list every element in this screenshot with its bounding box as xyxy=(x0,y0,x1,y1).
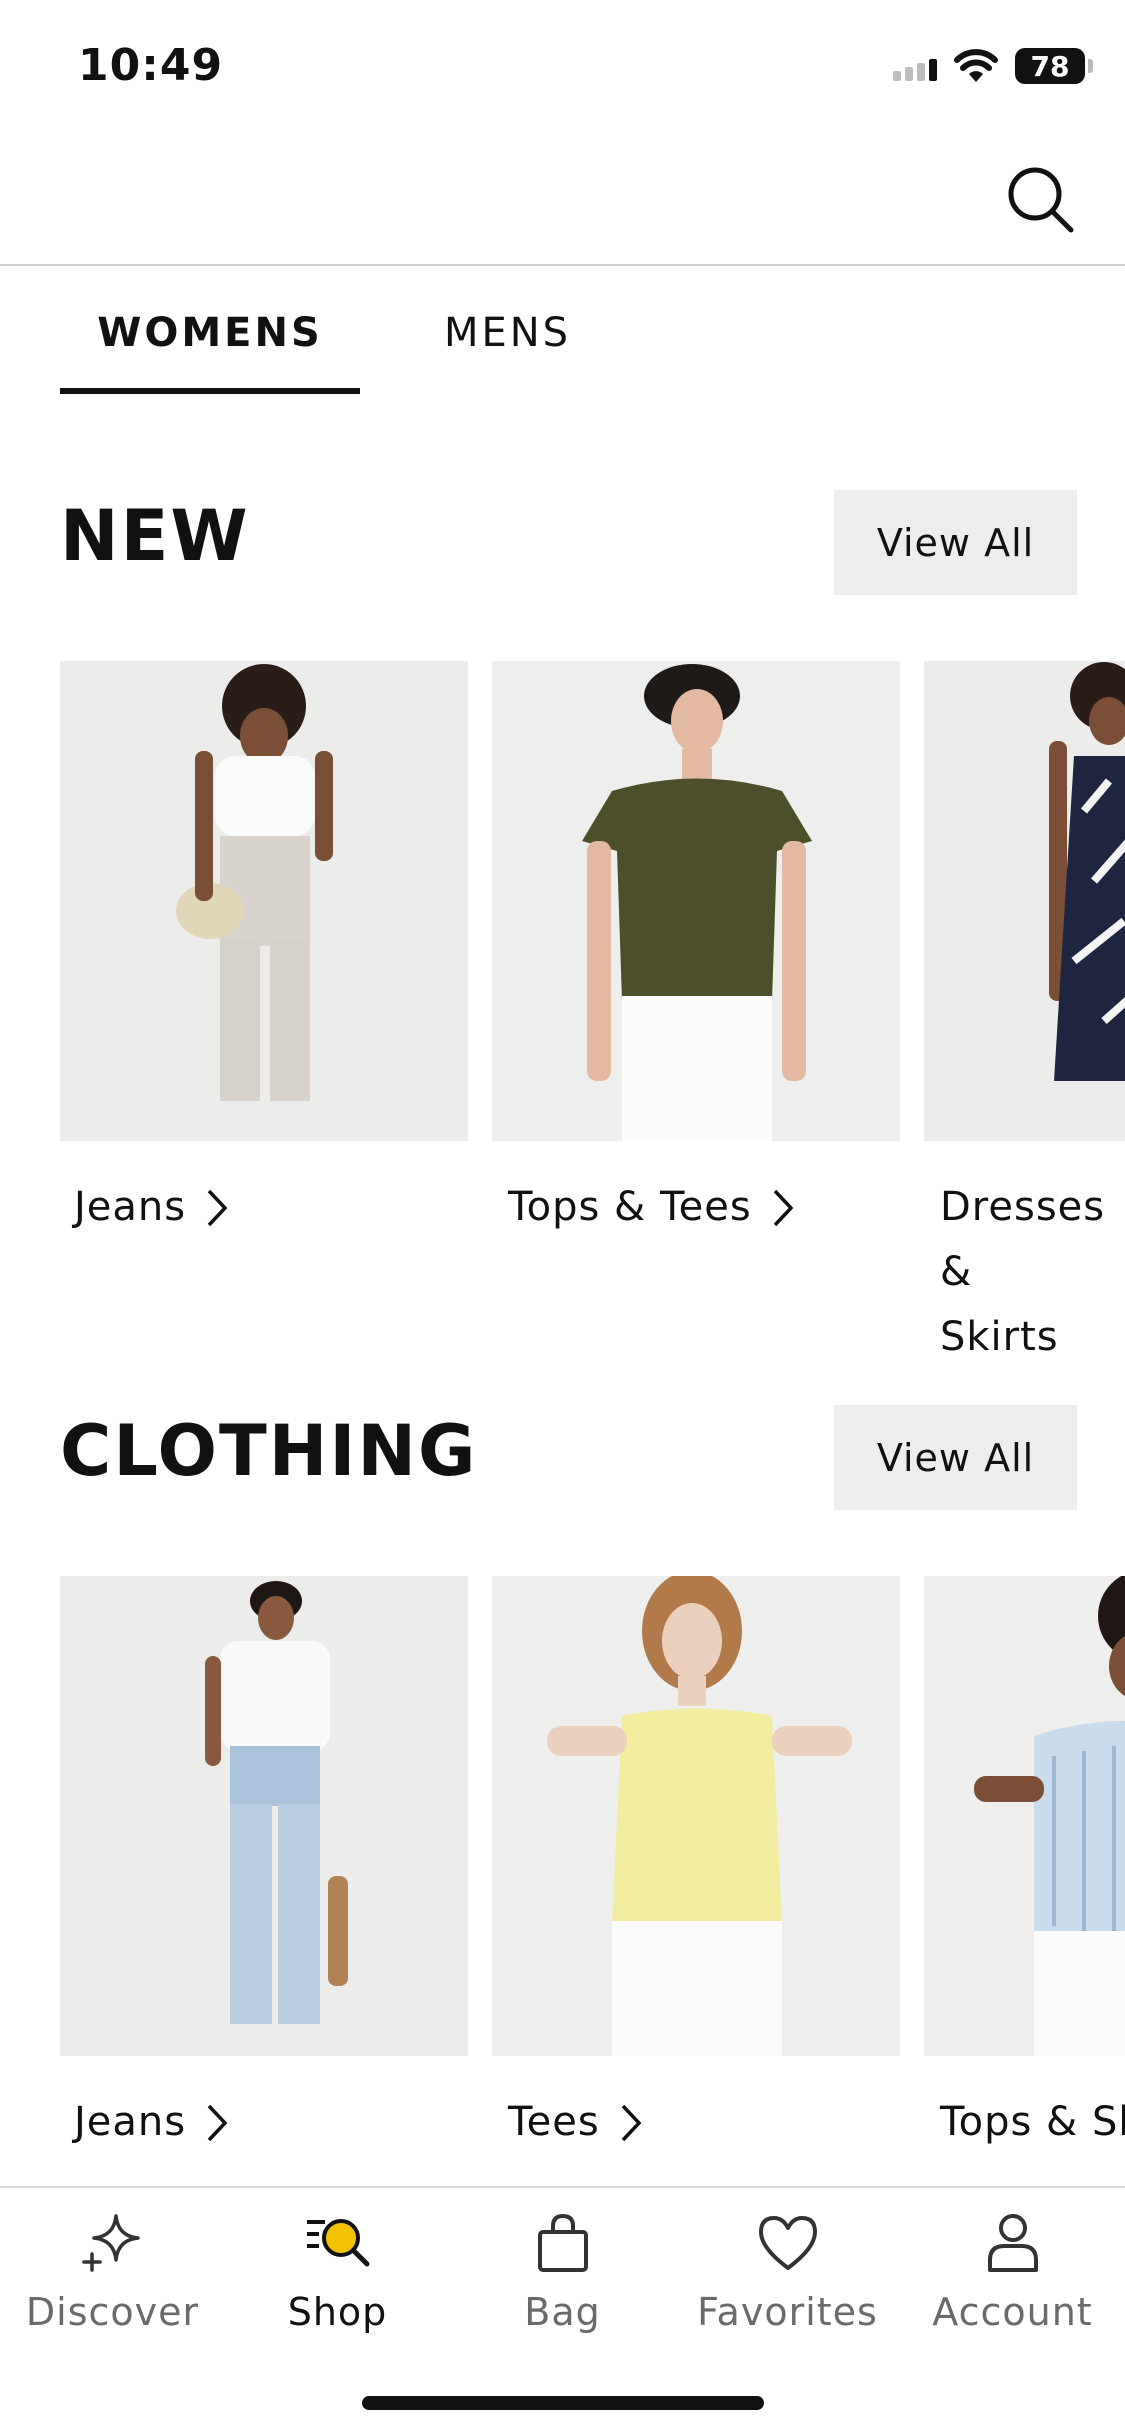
product-image-tees[interactable] xyxy=(492,1576,900,2056)
sparkle-icon xyxy=(81,2214,140,2272)
shop-search-icon xyxy=(306,2219,369,2267)
product-image-tops-tees[interactable] xyxy=(492,661,900,1141)
view-all-clothing-button[interactable]: View All xyxy=(834,1405,1077,1510)
shop-screen: 10:49 78 WOMENS MENS NEW View All Jeans … xyxy=(0,0,1125,2436)
tab-mens[interactable]: MENS xyxy=(420,310,595,356)
nav-label: Shop xyxy=(287,2290,388,2334)
nav-shop[interactable]: Shop xyxy=(225,2208,450,2334)
heart-icon xyxy=(758,2216,817,2270)
tab-womens[interactable]: WOMENS xyxy=(60,310,360,356)
home-indicator xyxy=(362,2396,764,2410)
nav-label: Favorites xyxy=(697,2290,878,2334)
battery-level: 78 xyxy=(1030,49,1070,83)
section-title-clothing: CLOTHING xyxy=(60,1410,478,1492)
category-label: Tops & Tees xyxy=(508,1184,752,1230)
wifi-icon xyxy=(954,49,998,82)
signal-icon xyxy=(893,51,937,81)
category-label: Tops & Sh xyxy=(940,2099,1125,2145)
category-label: Jeans xyxy=(74,1184,187,1230)
nav-label: Account xyxy=(932,2290,1093,2334)
nav-label: Bag xyxy=(524,2290,601,2334)
category-link-tops-tees[interactable]: Tops & Tees xyxy=(508,1175,794,1240)
active-tab-indicator xyxy=(60,388,360,394)
product-image-tops-shirts[interactable] xyxy=(924,1576,1125,2056)
category-label: Tees xyxy=(508,2099,600,2145)
nav-discover[interactable]: Discover xyxy=(0,2208,225,2334)
category-link-jeans-new[interactable]: Jeans xyxy=(74,1175,228,1240)
battery-icon: 78 xyxy=(1015,48,1093,84)
clothing-product-row[interactable] xyxy=(60,1576,1125,2056)
category-link-dresses-skirts[interactable]: Dresses & Skirts xyxy=(940,1175,1125,1370)
category-label-line2: Skirts xyxy=(940,1314,1059,1360)
bottom-nav: Discover Shop Bag Favorites Account xyxy=(0,2188,1125,2388)
chevron-right-icon xyxy=(207,1189,228,1226)
nav-favorites[interactable]: Favorites xyxy=(675,2208,900,2334)
product-image-jeans[interactable] xyxy=(60,661,468,1141)
search-icon[interactable] xyxy=(1001,160,1081,240)
category-link-tees[interactable]: Tees xyxy=(508,2090,642,2155)
person-icon xyxy=(987,2214,1038,2272)
category-link-tops-shirts[interactable]: Tops & Sh xyxy=(940,2090,1125,2155)
status-time: 10:49 xyxy=(78,40,224,91)
product-image-jeans[interactable] xyxy=(60,1576,468,2056)
chevron-right-icon xyxy=(207,2104,228,2141)
category-label: Jeans xyxy=(74,2099,187,2145)
nav-bag[interactable]: Bag xyxy=(450,2208,675,2334)
chevron-right-icon xyxy=(773,1189,794,1226)
nav-label: Discover xyxy=(25,2290,200,2334)
new-product-row[interactable] xyxy=(60,661,1125,1141)
product-image-dresses-skirts[interactable] xyxy=(924,661,1125,1141)
category-label-line1: Dresses & xyxy=(940,1184,1106,1295)
section-title-new: NEW xyxy=(60,495,250,577)
chevron-right-icon xyxy=(621,2104,642,2141)
view-all-new-button[interactable]: View All xyxy=(834,490,1077,595)
bag-icon xyxy=(537,2213,588,2272)
nav-account[interactable]: Account xyxy=(900,2208,1125,2334)
category-link-jeans-clothing[interactable]: Jeans xyxy=(74,2090,228,2155)
header-divider xyxy=(0,264,1125,266)
status-icons: 78 xyxy=(893,48,1093,84)
